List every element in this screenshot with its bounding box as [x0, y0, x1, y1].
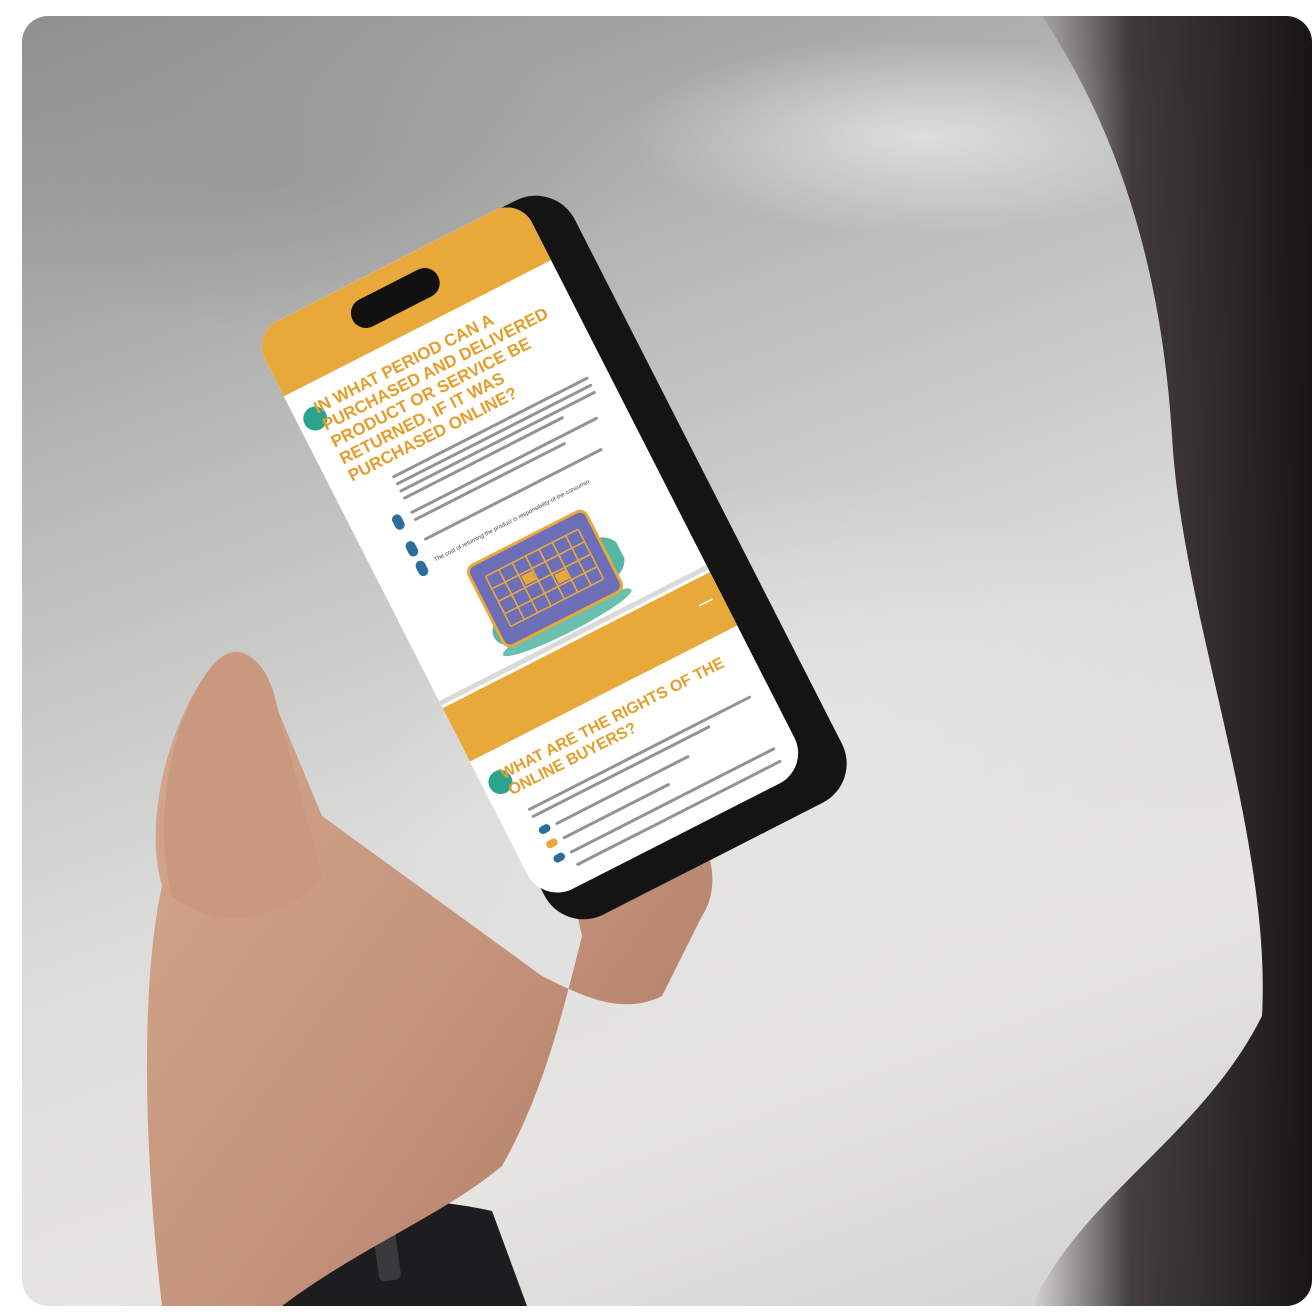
- person-icon: [403, 539, 421, 559]
- person-silhouette: [1032, 16, 1312, 1306]
- person-icon: [390, 512, 407, 532]
- photo-frame: IN WHAT PERIOD CAN A PURCHASED AND DELIV…: [22, 16, 1312, 1306]
- list-icon: [552, 851, 567, 864]
- person-icon: [413, 559, 431, 578]
- list-icon: [537, 822, 552, 836]
- list-icon: [544, 837, 560, 850]
